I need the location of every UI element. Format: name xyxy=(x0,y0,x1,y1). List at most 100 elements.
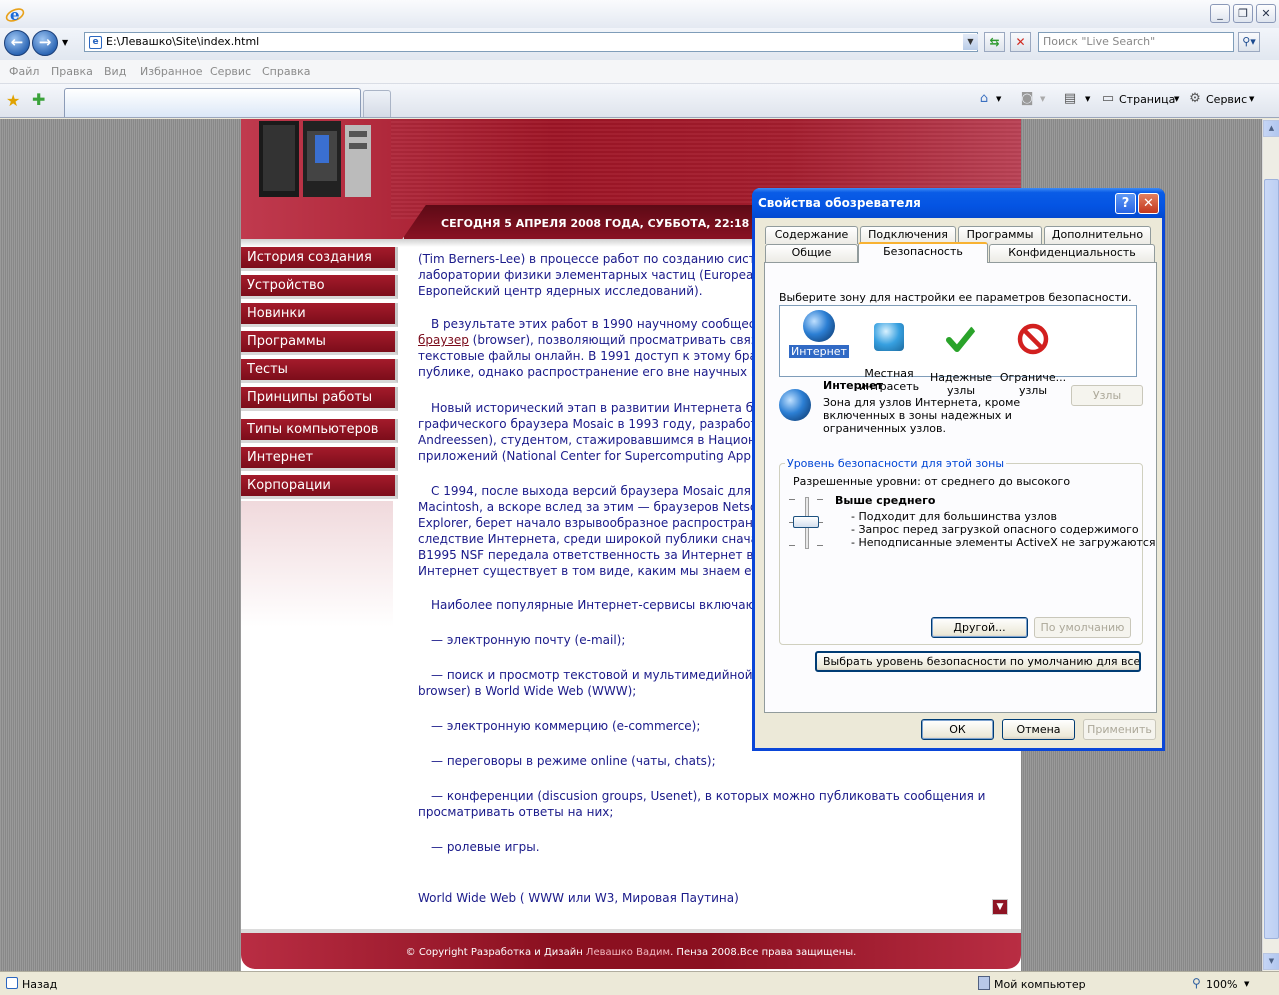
zone-internet[interactable]: Интернет xyxy=(782,310,856,358)
page-scrollbar[interactable]: ▲ ▼ xyxy=(1262,119,1279,971)
ok-button[interactable]: ОК xyxy=(921,719,994,740)
tools-menu-button[interactable]: Сервис xyxy=(1206,93,1247,106)
globe-icon xyxy=(803,310,835,342)
site-menu-device[interactable]: Устройство xyxy=(241,275,398,299)
reset-all-zones-button[interactable]: Выбрать уровень безопасности по умолчани… xyxy=(815,651,1141,672)
search-icon[interactable]: ⚲▾ xyxy=(1238,32,1260,52)
text-line: В1995 NSF передала ответственность за Ин… xyxy=(418,548,779,562)
internet-options-dialog: Свойства обозревателя ? ✕ Содержание Под… xyxy=(752,188,1165,751)
zone-restricted[interactable]: Ограниче... узлы xyxy=(996,310,1070,397)
text-line: Explorer, берет начало взрывообразное ра… xyxy=(418,516,776,530)
site-menu-internet[interactable]: Интернет xyxy=(241,447,398,471)
apply-button[interactable]: Применить xyxy=(1083,719,1156,740)
scroll-down-icon[interactable]: ▼ xyxy=(1263,953,1279,970)
dialog-title-bar[interactable]: Свойства обозревателя ? ✕ xyxy=(752,188,1165,218)
site-menu-corporations[interactable]: Корпорации xyxy=(241,475,398,499)
footer-prefix: © Copyright Разработка и Дизайн xyxy=(405,947,586,958)
site-menu-tests[interactable]: Тесты xyxy=(241,359,398,383)
new-tab-button[interactable] xyxy=(363,90,391,117)
footer-author: Левашко Вадим xyxy=(585,947,671,958)
text-line: публике, однако распространение его вне … xyxy=(418,365,787,379)
status-bar: Назад Мой компьютер ⚲ 100% ▼ xyxy=(0,971,1279,995)
page-dropdown-icon[interactable]: ▼ xyxy=(1174,95,1179,103)
search-input[interactable]: Поиск "Live Search" xyxy=(1038,32,1234,52)
page-menu-button[interactable]: Страница xyxy=(1119,93,1175,106)
menu-help[interactable]: Справка xyxy=(262,65,310,78)
globe-icon xyxy=(779,389,811,421)
text-line: В результате этих работ в 1990 научному … xyxy=(431,317,777,331)
close-window-button[interactable]: ✕ xyxy=(1256,4,1276,23)
paragraph-10-cont: просматривать ответы на них; xyxy=(418,805,614,819)
zoom-dropdown-icon[interactable]: ▼ xyxy=(1244,980,1249,988)
text-line: лаборатории физики элементарных частиц (… xyxy=(418,268,779,282)
tab-general[interactable]: Общие xyxy=(765,244,858,262)
tools-dropdown-icon[interactable]: ▼ xyxy=(1249,95,1254,103)
text-line: (browser), позволяющий просматривать свя… xyxy=(468,333,773,347)
zone-list[interactable]: Интернет Местная интрасеть Надежные узлы… xyxy=(779,305,1137,397)
site-menu-computer-types[interactable]: Типы компьютеров xyxy=(241,419,398,443)
home-dropdown-icon[interactable]: ▼ xyxy=(996,95,1001,103)
page-icon: e xyxy=(89,36,102,49)
menu-fade xyxy=(241,501,393,627)
custom-level-button[interactable]: Другой... xyxy=(931,617,1028,638)
page-icon: ▭ xyxy=(1101,91,1115,106)
add-favorite-icon[interactable]: ✚ xyxy=(32,90,45,109)
menu-edit[interactable]: Правка xyxy=(51,65,93,78)
minimize-button[interactable]: _ xyxy=(1210,4,1230,23)
tab-content[interactable]: Содержание xyxy=(765,226,858,244)
tab-privacy[interactable]: Конфиденциальность xyxy=(989,244,1155,262)
text-line: Macintosh, а вскоре вслед за этим — брау… xyxy=(418,500,779,514)
menu-tools[interactable]: Сервис xyxy=(210,65,251,78)
stop-button[interactable]: ✕ xyxy=(1010,32,1031,52)
svg-text:e: e xyxy=(10,6,20,24)
slider-tick xyxy=(789,545,795,546)
status-page-icon xyxy=(6,977,18,989)
print-icon[interactable]: ▤ xyxy=(1062,91,1078,107)
address-toolbar: ← → ▼ e E:\Левашко\Site\index.html ▼ ⇆ ✕… xyxy=(0,28,1279,60)
help-button[interactable]: ? xyxy=(1115,193,1136,214)
zoom-icon[interactable]: ⚲ xyxy=(1192,976,1201,990)
text-line: следствие Интернета, среди широкой публи… xyxy=(418,532,784,546)
browser-link[interactable]: браузер xyxy=(418,333,469,347)
text-line: Andreessen), студентом, стажировавшимся … xyxy=(418,433,771,447)
menu-favorites[interactable]: Избранное xyxy=(140,65,202,78)
address-dropdown-icon[interactable]: ▼ xyxy=(963,34,978,50)
feeds-icon[interactable]: ◙ xyxy=(1019,91,1035,107)
tab-advanced[interactable]: Дополнительно xyxy=(1044,226,1151,244)
site-menu-programs[interactable]: Программы xyxy=(241,331,398,355)
default-level-button[interactable]: По умолчанию xyxy=(1034,617,1131,638)
security-slider-thumb[interactable] xyxy=(793,516,819,528)
browser-title-bar: e _ ❐ ✕ xyxy=(0,0,1279,28)
zone-label: Надежные узлы xyxy=(930,371,992,397)
site-menu-news[interactable]: Новинки xyxy=(241,303,398,327)
site-menu-history[interactable]: История создания xyxy=(241,247,398,271)
tab-current[interactable] xyxy=(64,88,361,117)
server-image xyxy=(259,121,371,197)
text-line: (Tim Berners-Lee) в процессе работ по со… xyxy=(418,252,773,266)
tab-security[interactable]: Безопасность xyxy=(858,242,988,263)
favorites-star-icon[interactable]: ★ xyxy=(6,91,20,110)
address-text[interactable]: E:\Левашко\Site\index.html xyxy=(106,35,259,48)
cancel-button[interactable]: Отмена xyxy=(1002,719,1075,740)
forward-button[interactable]: → xyxy=(32,30,58,56)
footer-suffix: . Пенза 2008.Все права защищены. xyxy=(670,947,857,958)
footer-copyright: © Copyright Разработка и Дизайн Левашко … xyxy=(241,947,1021,958)
menu-file[interactable]: Файл xyxy=(9,65,39,78)
zoom-level[interactable]: 100% xyxy=(1206,978,1237,991)
content-scroll-down-icon[interactable]: ▼ xyxy=(992,899,1008,915)
refresh-button[interactable]: ⇆ xyxy=(984,32,1005,52)
address-bar[interactable]: e E:\Левашко\Site\index.html ▼ xyxy=(84,32,978,52)
site-menu-principles[interactable]: Принципы работы xyxy=(241,387,398,411)
home-icon[interactable]: ⌂ xyxy=(976,91,992,107)
feeds-dropdown-icon[interactable]: ▼ xyxy=(1040,95,1045,103)
scroll-thumb[interactable] xyxy=(1264,179,1279,939)
print-dropdown-icon[interactable]: ▼ xyxy=(1085,95,1090,103)
back-button[interactable]: ← xyxy=(4,30,30,56)
sites-button[interactable]: Узлы xyxy=(1071,385,1143,406)
scroll-up-icon[interactable]: ▲ xyxy=(1263,120,1279,137)
dialog-close-button[interactable]: ✕ xyxy=(1138,193,1159,214)
zone-trusted[interactable]: Надежные узлы xyxy=(924,310,998,397)
menu-view[interactable]: Вид xyxy=(104,65,126,78)
restore-button[interactable]: ❐ xyxy=(1233,4,1253,23)
history-dropdown-icon[interactable]: ▼ xyxy=(62,38,68,47)
